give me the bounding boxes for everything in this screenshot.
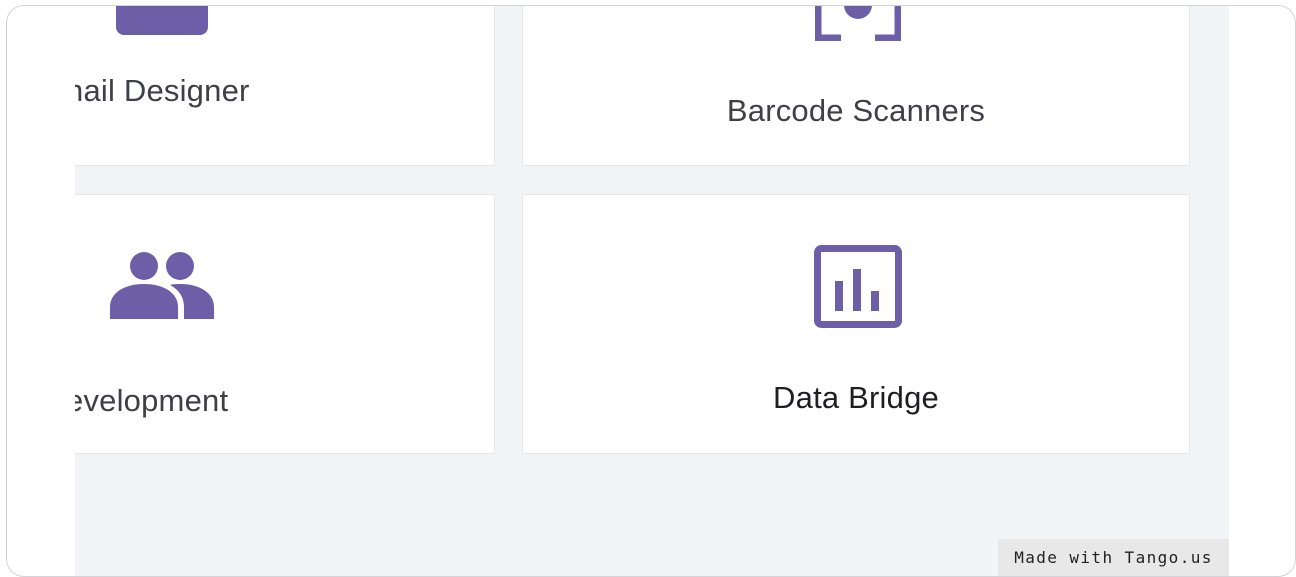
app-card-email-designer[interactable]: nail Designer bbox=[75, 6, 495, 166]
app-card-label: Data Bridge bbox=[773, 380, 939, 415]
app-card-barcode-scanners[interactable]: Barcode Scanners bbox=[522, 6, 1190, 166]
app-card-label: Barcode Scanners bbox=[726, 93, 986, 128]
app-card-label: evelopment bbox=[75, 383, 229, 418]
screenshot-frame: nail Designer Barcode Scanners evelopmen… bbox=[6, 5, 1296, 577]
app-card-development[interactable]: evelopment bbox=[75, 194, 495, 454]
app-card-data-bridge[interactable]: Data Bridge bbox=[522, 194, 1190, 454]
users-icon bbox=[110, 252, 214, 319]
app-card-label: nail Designer bbox=[75, 73, 250, 108]
tango-watermark: Made with Tango.us bbox=[998, 539, 1229, 576]
bar-chart-icon bbox=[814, 245, 902, 328]
barcode-scanner-icon bbox=[815, 6, 901, 41]
email-designer-icon bbox=[116, 6, 208, 35]
app-grid-viewport: nail Designer Barcode Scanners evelopmen… bbox=[75, 6, 1229, 576]
